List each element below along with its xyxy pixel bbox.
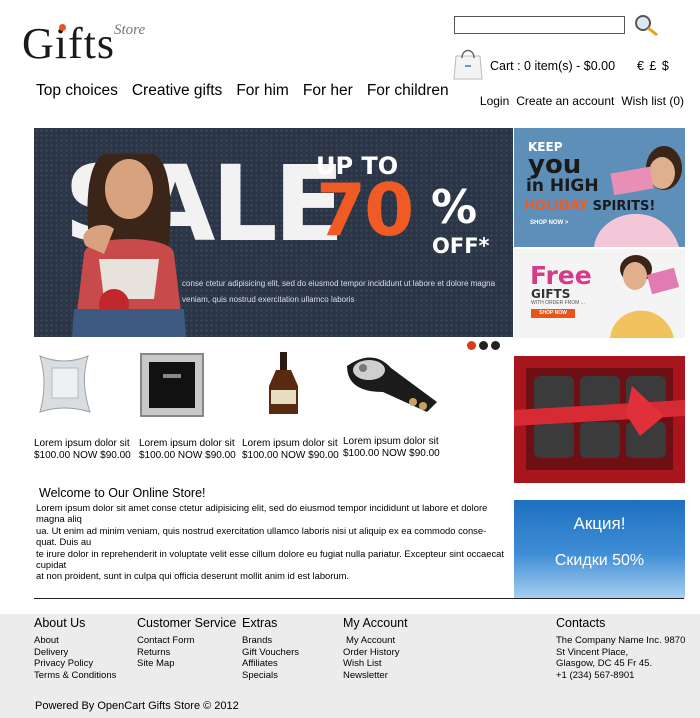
product-name[interactable]: Lorem ipsum dolor sit xyxy=(242,438,342,450)
product-price: $100.00 NOW $90.00 xyxy=(139,450,236,461)
sale-banner[interactable]: SALE UP TO 70 % OFF* conse ctetur adipis… xyxy=(34,128,513,337)
logo-sub-text: Store xyxy=(114,22,146,38)
footer-link-order-history[interactable]: Order History xyxy=(343,647,408,659)
product-card[interactable]: Lorem ipsum dolor sit $100.00 NOW $90.00 xyxy=(242,352,342,462)
footer-column-contacts: Contacts The Company Name Inc. 9870 St V… xyxy=(556,616,685,681)
product-name[interactable]: Lorem ipsum dolor sit xyxy=(139,438,239,450)
welcome-paragraph-line: Lorem ipsum dolor sit amet conse ctetur … xyxy=(36,502,488,525)
product-price: $100.00 NOW $90.00 xyxy=(343,448,440,459)
nav-for-him[interactable]: For him xyxy=(236,82,289,100)
logo-dot xyxy=(59,24,66,31)
footer-link-brands[interactable]: Brands xyxy=(242,635,299,647)
holiday-promo-banner[interactable]: KEEP you in HIGH HOLIDAY SPIRITS! SHOP N… xyxy=(514,128,685,247)
footer-heading: Contacts xyxy=(556,616,606,630)
footer-link-sitemap[interactable]: Site Map xyxy=(137,658,236,670)
promo-free-text: Free xyxy=(530,261,592,290)
product-card[interactable]: Lorem ipsum dolor sit $100.00 NOW $90.00 xyxy=(139,352,239,462)
wish-list-link[interactable]: Wish list (0) xyxy=(621,94,684,108)
footer-column-service: Customer Service Contact Form Returns Si… xyxy=(137,616,236,670)
footer-link-terms[interactable]: Terms & Conditions xyxy=(34,670,116,682)
currency-selector[interactable]: € £ $ xyxy=(637,59,670,73)
product-card[interactable]: Lorem ipsum dolor sit $100.00 NOW $90.00 xyxy=(343,352,443,460)
discount-promo-subtitle: Скидки 50% xyxy=(554,552,645,569)
footer-column-account: My Account My Account Order History Wish… xyxy=(343,616,408,681)
footer-heading: Customer Service xyxy=(137,616,237,630)
footer-link-privacy[interactable]: Privacy Policy xyxy=(34,658,116,670)
welcome-paragraph-line: ua. Ut enim ad minim veniam, quis nostru… xyxy=(36,524,487,548)
content-divider xyxy=(34,598,684,599)
banner-off-text: OFF* xyxy=(432,234,490,258)
nav-creative-gifts[interactable]: Creative gifts xyxy=(132,82,222,100)
promo-gifts-text: GIFTS xyxy=(531,287,571,301)
account-links: Login Create an account Wish list (0) xyxy=(480,94,684,108)
footer-link-wish-list[interactable]: Wish List xyxy=(343,658,408,670)
product-name[interactable]: Lorem ipsum dolor sit xyxy=(34,438,134,450)
chocolate-box-promo-image[interactable] xyxy=(514,356,685,483)
footer-link-affiliates[interactable]: Affiliates xyxy=(242,658,299,670)
slider-dot[interactable] xyxy=(491,341,500,350)
banner-lorem-line: veniam, quis nostrud exercitation ullamc… xyxy=(182,295,355,304)
contact-line: The Company Name Inc. 9870 xyxy=(556,635,686,646)
login-link[interactable]: Login xyxy=(480,94,509,108)
product-name[interactable]: Lorem ipsum dolor sit xyxy=(343,436,443,448)
promo-shop-now-button[interactable]: SHOP NOW xyxy=(531,309,575,318)
slider-dot[interactable] xyxy=(467,341,476,350)
discount-promo-banner[interactable]: Акция! Скидки 50% xyxy=(514,500,685,598)
welcome-title: Welcome to Our Online Store! xyxy=(39,486,206,500)
footer-heading: Extras xyxy=(242,616,278,630)
search-icon[interactable] xyxy=(633,13,659,37)
product-image-cufflink-box[interactable] xyxy=(343,352,443,420)
footer-heading: About Us xyxy=(34,616,86,630)
product-image-frame[interactable] xyxy=(34,352,134,420)
promo-shop-now-link[interactable]: SHOP NOW > xyxy=(530,220,568,226)
footer-link-contact[interactable]: Contact Form xyxy=(137,635,236,647)
free-gifts-promo-banner[interactable]: Free GIFTS WITH ORDER FROM ... SHOP NOW xyxy=(514,249,685,338)
banner-percent-sign: % xyxy=(431,180,478,234)
promo-high-text: in HIGH xyxy=(526,176,599,196)
banner-model-image xyxy=(72,154,186,337)
main-nav: Top choices Creative gifts For him For h… xyxy=(36,82,449,100)
product-price: $100.00 NOW $90.00 xyxy=(242,450,339,461)
powered-by-text: Powered By OpenCart Gifts Store © 2012 xyxy=(35,700,239,712)
promo-with-order-text: WITH ORDER FROM ... xyxy=(531,300,585,306)
footer-link-delivery[interactable]: Delivery xyxy=(34,647,116,659)
cart-summary[interactable]: Cart : 0 item(s) - $0.00 xyxy=(490,59,615,73)
product-image-bottle[interactable] xyxy=(242,352,342,420)
contact-line: St Vincent Place, xyxy=(556,646,629,658)
banner-percent-text: 70 xyxy=(316,168,414,252)
create-account-link[interactable]: Create an account xyxy=(516,94,614,108)
banner-lorem-line: conse ctetur adipisicing elit, sed do ei… xyxy=(182,279,496,288)
logo-main-text: Gifts xyxy=(22,19,115,68)
slider-dot[interactable] xyxy=(479,341,488,350)
banner-lorem: conse ctetur adipisicing elit, sed do ei… xyxy=(182,276,502,308)
slider-pagination xyxy=(467,341,500,350)
discount-promo-title: Акция! xyxy=(573,514,626,533)
contact-line: Glasgow, DC 45 Fr 45. xyxy=(556,658,653,669)
footer-column-extras: Extras Brands Gift Vouchers Affiliates S… xyxy=(242,616,299,681)
contact-line: +1 (234) 567-8901 xyxy=(556,669,635,681)
promo-spirits-text: HOLIDAY SPIRITS! xyxy=(524,199,655,214)
footer-link-returns[interactable]: Returns xyxy=(137,647,236,659)
product-image-photo-frame[interactable] xyxy=(139,352,239,420)
search-input[interactable] xyxy=(454,16,625,34)
welcome-paragraph-line: te irure dolor in reprehenderit in volup… xyxy=(36,547,504,571)
promo-spirits-word: SPIRITS! xyxy=(592,199,656,214)
welcome-paragraph-line: at non proident, sunt in culpa qui offic… xyxy=(36,570,350,582)
promo-holiday-word: HOLIDAY xyxy=(524,199,589,214)
footer-link-newsletter[interactable]: Newsletter xyxy=(343,670,408,682)
welcome-body: Lorem ipsum dolor sit amet conse ctetur … xyxy=(36,502,506,582)
nav-top-choices[interactable]: Top choices xyxy=(36,82,118,100)
footer-column-about: About Us About Delivery Privacy Policy T… xyxy=(34,616,116,681)
product-price: $100.00 NOW $90.00 xyxy=(34,450,131,461)
product-card[interactable]: Lorem ipsum dolor sit $100.00 NOW $90.00 xyxy=(34,352,134,462)
footer-link-my-account[interactable]: My Account xyxy=(343,635,408,647)
footer-link-vouchers[interactable]: Gift Vouchers xyxy=(242,647,299,659)
shopping-bag-icon[interactable] xyxy=(452,46,484,80)
nav-for-children[interactable]: For children xyxy=(367,82,449,100)
footer-link-specials[interactable]: Specials xyxy=(242,670,299,682)
nav-for-her[interactable]: For her xyxy=(303,82,353,100)
footer-heading: My Account xyxy=(343,616,408,630)
footer-link-about[interactable]: About xyxy=(34,635,116,647)
